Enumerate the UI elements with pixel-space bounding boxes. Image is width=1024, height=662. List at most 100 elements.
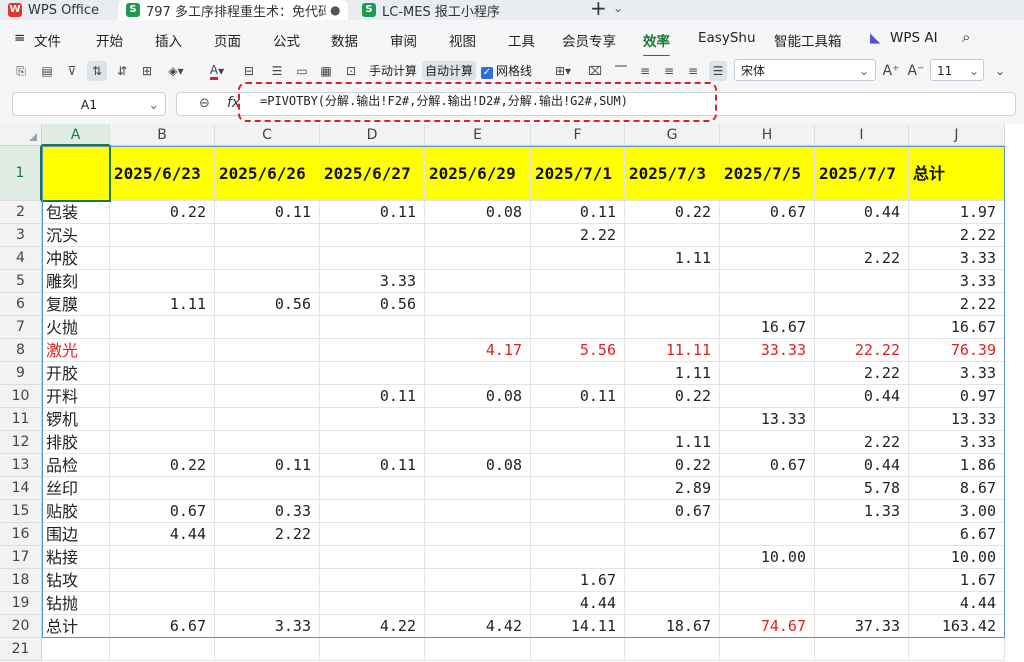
value-cell[interactable] xyxy=(720,293,815,316)
header-date-cell[interactable]: 2025/7/5 xyxy=(720,146,815,201)
value-cell[interactable] xyxy=(215,546,320,569)
close-icon[interactable]: ● xyxy=(330,0,340,20)
column-header-c[interactable]: C xyxy=(215,124,320,146)
column-header-g[interactable]: G xyxy=(625,124,720,146)
value-cell[interactable] xyxy=(425,224,531,247)
row-header-5[interactable]: 5 xyxy=(0,270,42,293)
value-cell[interactable] xyxy=(320,247,425,270)
paste-icon[interactable]: ▤ xyxy=(38,61,56,81)
value-cell[interactable]: 16.67 xyxy=(720,316,815,339)
row-header-9[interactable]: 9 xyxy=(0,362,42,385)
zoom-icon[interactable]: ⊖ xyxy=(199,96,210,111)
value-cell[interactable]: 0.22 xyxy=(110,201,215,224)
font-size-select[interactable]: 11 ⌄ xyxy=(930,59,984,81)
select-all-corner[interactable] xyxy=(0,124,42,146)
value-cell[interactable] xyxy=(320,362,425,385)
value-cell[interactable]: 2.22 xyxy=(815,247,909,270)
menu-review[interactable]: 审阅 xyxy=(390,30,417,50)
row-header-15[interactable]: 15 xyxy=(0,500,42,523)
value-cell[interactable]: 2.22 xyxy=(815,362,909,385)
menu-file[interactable]: 文件 xyxy=(34,30,61,50)
value-cell[interactable] xyxy=(625,270,720,293)
value-cell[interactable] xyxy=(425,270,531,293)
value-cell[interactable] xyxy=(625,224,720,247)
value-cell[interactable]: 0.11 xyxy=(320,201,425,224)
menu-home[interactable]: 开始 xyxy=(96,30,123,50)
row-label-cell[interactable]: 贴胶 xyxy=(42,500,110,523)
chevron-down-icon[interactable]: ⌄ xyxy=(993,61,1007,81)
value-cell[interactable]: 3.33 xyxy=(909,247,1005,270)
value-cell[interactable] xyxy=(815,293,909,316)
menu-icon[interactable]: ≡ xyxy=(14,30,25,46)
row-label-cell[interactable]: 粘接 xyxy=(42,546,110,569)
value-cell[interactable] xyxy=(815,546,909,569)
chevron-down-icon[interactable]: ⌄ xyxy=(613,0,623,18)
value-cell[interactable]: 3.33 xyxy=(909,270,1005,293)
value-cell[interactable] xyxy=(215,339,320,362)
value-cell[interactable]: 16.67 xyxy=(909,316,1005,339)
filter-icon[interactable]: ⊽ xyxy=(63,61,81,81)
value-cell[interactable]: 0.56 xyxy=(215,293,320,316)
value-cell[interactable]: 1.11 xyxy=(625,431,720,454)
value-cell[interactable]: 3.33 xyxy=(215,615,320,638)
row-label-cell[interactable]: 火抛 xyxy=(42,316,110,339)
value-cell[interactable] xyxy=(110,224,215,247)
row-header-19[interactable]: 19 xyxy=(0,592,42,615)
value-cell[interactable]: 2.22 xyxy=(815,431,909,454)
value-cell[interactable] xyxy=(625,592,720,615)
value-cell[interactable] xyxy=(425,247,531,270)
value-cell[interactable]: 6.67 xyxy=(110,615,215,638)
wrap-icon[interactable]: ☰ xyxy=(268,61,286,81)
value-cell[interactable] xyxy=(531,500,625,523)
value-cell[interactable] xyxy=(425,477,531,500)
menu-page[interactable]: 页面 xyxy=(214,30,241,50)
value-cell[interactable]: 4.44 xyxy=(531,592,625,615)
value-cell[interactable] xyxy=(215,316,320,339)
column-header-e[interactable]: E xyxy=(425,124,531,146)
header-date-cell[interactable]: 2025/7/7 xyxy=(815,146,909,201)
value-cell[interactable]: 0.08 xyxy=(425,454,531,477)
value-cell[interactable] xyxy=(215,431,320,454)
row-header-17[interactable]: 17 xyxy=(0,546,42,569)
value-cell[interactable] xyxy=(720,638,815,661)
menu-tools[interactable]: 工具 xyxy=(508,30,535,50)
value-cell[interactable] xyxy=(215,569,320,592)
value-cell[interactable]: 0.44 xyxy=(815,201,909,224)
name-box[interactable]: A1 ⌄ xyxy=(12,92,166,116)
value-cell[interactable]: 18.67 xyxy=(625,615,720,638)
justify-icon[interactable]: ☰ xyxy=(709,61,727,81)
value-cell[interactable]: 3.33 xyxy=(909,362,1005,385)
sort-desc-icon[interactable]: ⇵ xyxy=(113,61,131,81)
align-center-icon[interactable]: ≡ xyxy=(661,61,677,81)
header-date-cell[interactable]: 2025/6/26 xyxy=(215,146,320,201)
row-header-4[interactable]: 4 xyxy=(0,247,42,270)
value-cell[interactable] xyxy=(720,431,815,454)
value-cell[interactable] xyxy=(320,224,425,247)
value-cell[interactable]: 0.67 xyxy=(625,500,720,523)
row-header-12[interactable]: 12 xyxy=(0,431,42,454)
borders-icon[interactable]: ⊞ xyxy=(138,61,156,81)
column-header-i[interactable]: I xyxy=(815,124,909,146)
align-top-icon[interactable]: ⎺ xyxy=(613,61,629,81)
value-cell[interactable]: 11.11 xyxy=(625,339,720,362)
value-cell[interactable]: 22.22 xyxy=(815,339,909,362)
value-cell[interactable] xyxy=(720,477,815,500)
value-cell[interactable]: 2.22 xyxy=(215,523,320,546)
row-label-cell[interactable]: 总计 xyxy=(42,615,110,638)
value-cell[interactable] xyxy=(110,385,215,408)
value-cell[interactable] xyxy=(531,270,625,293)
value-cell[interactable] xyxy=(320,339,425,362)
new-tab-icon[interactable]: + xyxy=(590,0,607,20)
value-cell[interactable] xyxy=(215,362,320,385)
freeze-icon[interactable]: ⊡ xyxy=(342,61,360,81)
font-decrease-icon[interactable]: A⁻ xyxy=(906,61,926,81)
row-label-cell[interactable]: 复膜 xyxy=(42,293,110,316)
value-cell[interactable] xyxy=(425,316,531,339)
value-cell[interactable] xyxy=(320,316,425,339)
value-cell[interactable] xyxy=(815,408,909,431)
row-header-21[interactable]: 21 xyxy=(0,638,42,661)
row-label-cell[interactable]: 品检 xyxy=(42,454,110,477)
header-date-cell[interactable]: 2025/6/27 xyxy=(320,146,425,201)
value-cell[interactable] xyxy=(531,247,625,270)
value-cell[interactable] xyxy=(425,592,531,615)
